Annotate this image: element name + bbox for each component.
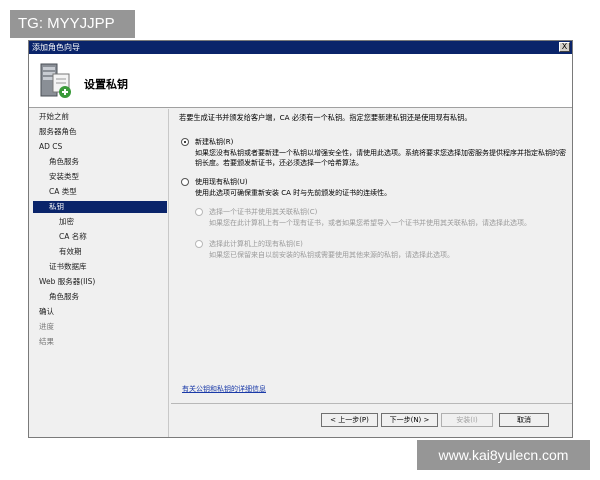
- nav-item-certificate-database[interactable]: 证书数据库: [49, 261, 87, 273]
- watermark-top: TG: MYYJJPP: [10, 10, 135, 38]
- nav-item-role-services[interactable]: 角色服务: [49, 156, 79, 168]
- nav-item-results: 结果: [39, 337, 54, 346]
- nav-item-confirmation[interactable]: 确认: [39, 306, 54, 318]
- nav-item-iis-role-services[interactable]: 角色服务: [49, 291, 79, 303]
- wizard-header: 设置私钥: [29, 54, 572, 108]
- watermark-bottom: www.kai8yulecn.com: [417, 440, 590, 470]
- wizard-window: 添加角色向导 X 设置私钥 开始之前 服务器角色 AD CS 角色服务 安装类型…: [28, 40, 573, 438]
- wizard-nav: 开始之前 服务器角色 AD CS 角色服务 安装类型 CA 类型 私钥 加密 C…: [29, 109, 169, 437]
- title-bar: 添加角色向导 X: [29, 41, 572, 54]
- nav-item-ca-name[interactable]: CA 名称: [59, 231, 87, 243]
- select-certificate-radio: [195, 208, 203, 216]
- select-existing-key-label: 选择此计算机上的现有私钥(E): [209, 240, 303, 248]
- new-key-label[interactable]: 新建私钥(R): [195, 137, 233, 147]
- nav-item-progress: 进度: [39, 322, 54, 331]
- button-divider: [171, 403, 572, 404]
- wizard-content: 若要生成证书并颁发给客户端，CA 必须有一个私钥。指定您要新建私钥还是使用现有私…: [171, 109, 572, 409]
- new-key-description: 如果您没有私钥或者要新建一个私钥以增强安全性，请使用此选项。系统将要求您选择加密…: [195, 149, 566, 167]
- nav-item-setup-type[interactable]: 安装类型: [49, 171, 79, 183]
- nav-item-before-you-begin[interactable]: 开始之前: [39, 111, 69, 123]
- cancel-button[interactable]: 取消: [499, 413, 549, 427]
- previous-button[interactable]: < 上一步(P): [321, 413, 378, 427]
- nav-item-web-server-iis[interactable]: Web 服务器(IIS): [39, 276, 95, 288]
- existing-key-radio[interactable]: [181, 178, 189, 186]
- nav-item-server-roles[interactable]: 服务器角色: [39, 126, 77, 138]
- server-certificate-icon: [40, 63, 71, 98]
- page-title: 设置私钥: [84, 78, 128, 91]
- existing-key-label[interactable]: 使用现有私钥(U): [195, 177, 248, 187]
- key-info-link[interactable]: 有关公钥和私钥的详细信息: [182, 384, 266, 394]
- new-key-radio[interactable]: [181, 138, 189, 146]
- select-existing-key-description: 如果您已保留来自以前安装的私钥或需要使用其他来源的私钥，请选择此选项。: [209, 251, 454, 259]
- install-button: 安装(I): [441, 413, 493, 427]
- nav-item-ca-type[interactable]: CA 类型: [49, 186, 77, 198]
- select-certificate-label: 选择一个证书并使用其关联私钥(C): [209, 208, 318, 216]
- close-button[interactable]: X: [559, 42, 570, 52]
- next-button[interactable]: 下一步(N) >: [381, 413, 438, 427]
- nav-item-validity-period[interactable]: 有效期: [59, 246, 82, 258]
- nav-item-ad-cs[interactable]: AD CS: [39, 141, 62, 153]
- window-title: 添加角色向导: [32, 43, 80, 52]
- nav-item-cryptography[interactable]: 加密: [59, 216, 74, 228]
- select-existing-key-radio: [195, 240, 203, 248]
- select-certificate-description: 如果您在此计算机上有一个现有证书，或者如果您希望导入一个证书并使用其关联私钥，请…: [209, 219, 531, 227]
- existing-key-description: 使用此选项可确保重新安装 CA 时与先前颁发的证书的连续性。: [195, 189, 392, 197]
- nav-item-private-key[interactable]: 私钥: [33, 201, 167, 213]
- intro-text: 若要生成证书并颁发给客户端，CA 必须有一个私钥。指定您要新建私钥还是使用现有私…: [179, 113, 472, 122]
